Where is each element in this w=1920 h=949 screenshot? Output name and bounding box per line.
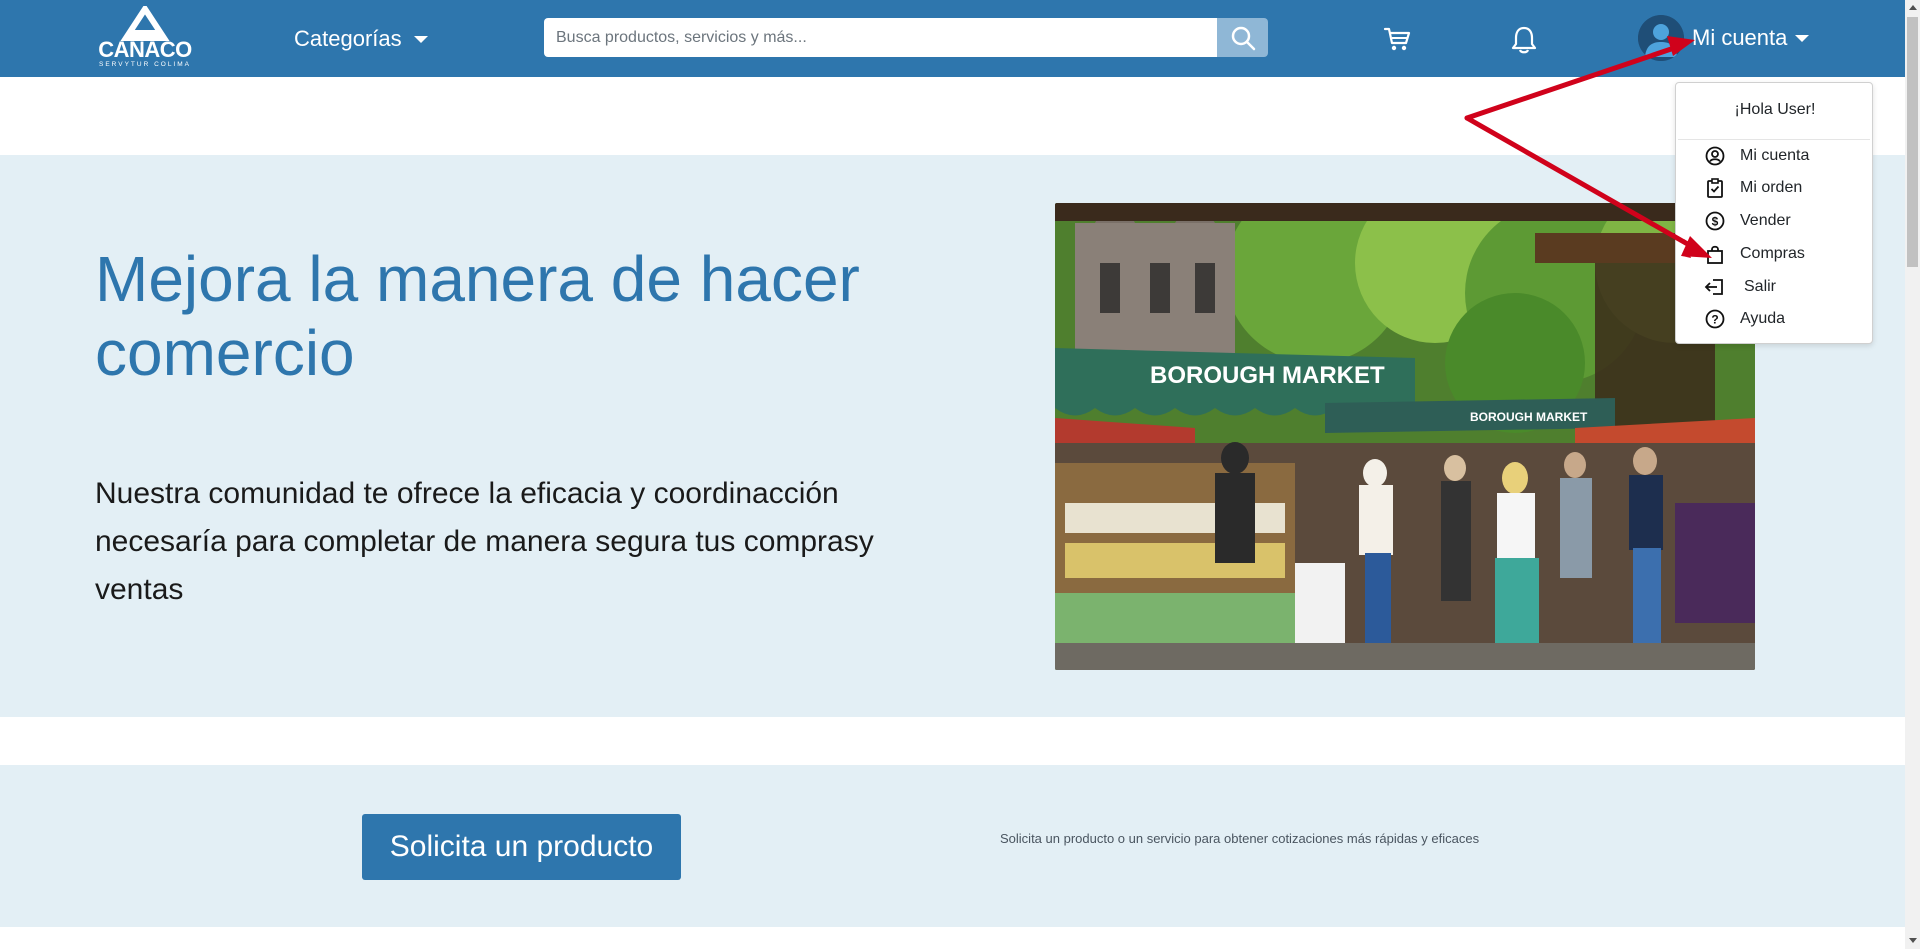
scroll-up-arrow-icon[interactable] [1909, 5, 1917, 10]
dropdown-greeting: ¡Hola User! [1734, 101, 1816, 118]
logo-subtext: SERVYTUR COLIMA [98, 61, 191, 68]
cart-icon[interactable] [1382, 24, 1412, 54]
menu-item-label: Mi cuenta [1740, 147, 1810, 164]
svg-text:$: $ [1712, 215, 1719, 229]
account-dropdown-menu: ¡Hola User! Mi cuenta Mi orden $ Vender … [1675, 82, 1873, 344]
request-product-section: Solicita un producto Solicita un product… [0, 765, 1905, 927]
hero-title: Mejora la manera de hacer comercio [95, 243, 860, 389]
request-product-note: Solicita un producto o un servicio para … [1000, 831, 1480, 846]
user-circle-icon [1704, 145, 1726, 167]
account-label: Mi cuenta [1692, 25, 1788, 50]
menu-item-mi-cuenta[interactable]: Mi cuenta [1704, 143, 1809, 169]
account-menu-toggle[interactable]: Mi cuenta [1638, 15, 1810, 61]
canaco-logo[interactable]: CANACO SERVYTUR COLIMA [95, 6, 195, 70]
hero-section: Mejora la manera de hacer comercio Nuest… [0, 155, 1905, 717]
market-sign-text: BOROUGH MARKET [1150, 362, 1385, 389]
categories-dropdown[interactable]: Categorías [294, 22, 428, 56]
request-product-button[interactable]: Solicita un producto [362, 814, 681, 880]
menu-item-label: Salir [1744, 278, 1777, 295]
search-icon [1231, 26, 1255, 50]
hero-text: Nuestra comunidad te ofrece la eficacia … [95, 477, 874, 606]
svg-text:?: ? [1711, 313, 1718, 327]
clipboard-check-icon [1704, 177, 1726, 199]
menu-item-salir[interactable]: Salir [1704, 274, 1776, 300]
menu-item-compras[interactable]: Compras [1704, 241, 1805, 267]
caret-down-icon [413, 35, 428, 43]
shopping-bag-icon [1704, 243, 1726, 265]
help-circle-icon: ? [1704, 308, 1726, 330]
logout-icon [1704, 276, 1726, 298]
notifications-bell-icon[interactable] [1509, 24, 1539, 56]
market-sign-small-text: BOROUGH MARKET [1470, 410, 1588, 424]
menu-item-label: Compras [1740, 245, 1805, 262]
menu-item-ayuda[interactable]: ? Ayuda [1704, 306, 1785, 332]
scroll-thumb[interactable] [1907, 17, 1918, 267]
avatar [1638, 15, 1684, 61]
search-input[interactable] [544, 18, 1217, 57]
search-button[interactable] [1217, 18, 1268, 57]
menu-item-label: Vender [1740, 212, 1791, 229]
categories-label: Categorías [294, 26, 402, 51]
menu-item-label: Mi orden [1740, 179, 1803, 196]
user-avatar-icon [1638, 15, 1684, 61]
logo-text: CANACO [98, 37, 192, 62]
menu-item-vender[interactable]: $ Vender [1704, 208, 1791, 234]
top-navbar: CANACO SERVYTUR COLIMA Categorías Busca … [0, 0, 1905, 77]
hero-market-image: BOROUGH MARKET BOROUGH MARKET [1055, 203, 1755, 670]
dollar-circle-icon: $ [1704, 210, 1726, 232]
menu-item-label: Ayuda [1740, 310, 1786, 327]
menu-item-mi-orden[interactable]: Mi orden [1704, 175, 1802, 201]
scroll-down-arrow-icon[interactable] [1909, 938, 1917, 943]
page-scrollbar[interactable] [1905, 0, 1920, 949]
caret-down-icon [1795, 34, 1810, 42]
dropdown-divider [1678, 139, 1870, 140]
